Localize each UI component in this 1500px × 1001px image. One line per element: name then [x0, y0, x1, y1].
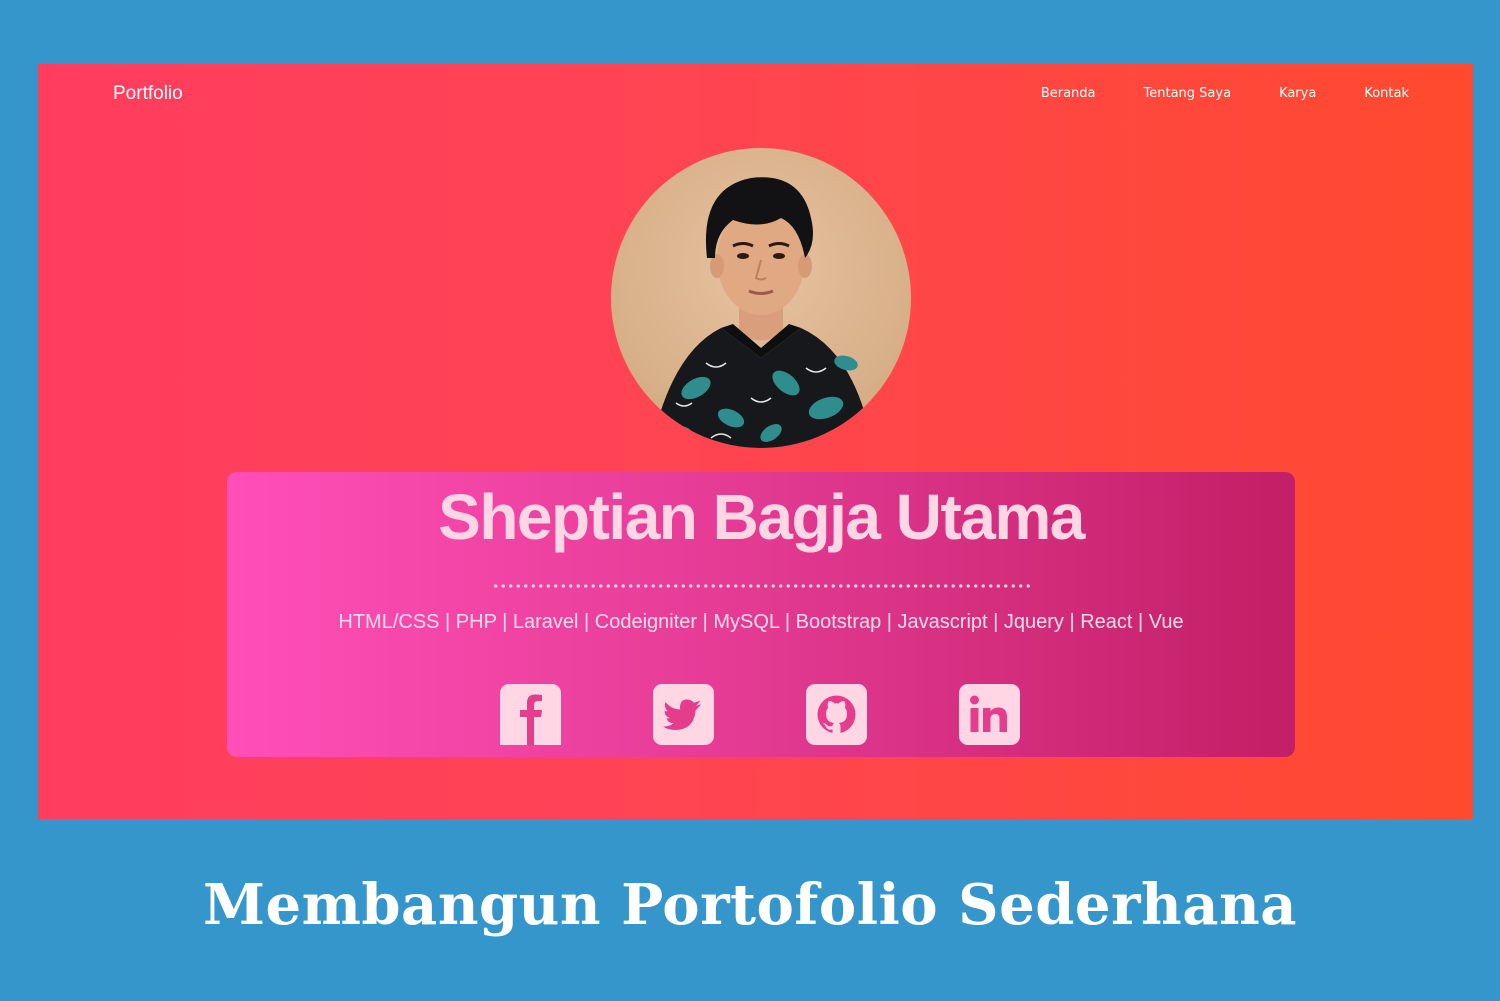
nav-link-tentang-saya[interactable]: Tentang Saya	[1144, 86, 1232, 101]
social-links	[500, 684, 1112, 745]
skills-list: HTML/CSS | PHP | Laravel | Codeigniter |…	[338, 611, 1184, 633]
nav-links: Beranda Tentang Saya Karya Kontak	[993, 86, 1409, 101]
navbar: Portfolio Beranda Tentang Saya Karya Kon…	[38, 64, 1473, 124]
navbar-brand[interactable]: Portfolio	[113, 83, 183, 105]
website-screenshot: Portfolio Beranda Tentang Saya Karya Kon…	[38, 64, 1473, 819]
twitter-icon[interactable]	[653, 684, 714, 745]
linkedin-icon[interactable]	[959, 684, 1020, 745]
nav-link-kontak[interactable]: Kontak	[1364, 86, 1409, 101]
facebook-icon[interactable]	[500, 684, 561, 745]
github-icon[interactable]	[806, 684, 867, 745]
caption-title: Membangun Portofolio Sederhana	[203, 872, 1297, 938]
profile-photo	[611, 148, 911, 448]
nav-link-karya[interactable]: Karya	[1279, 86, 1316, 101]
nav-link-beranda[interactable]: Beranda	[1041, 86, 1096, 101]
hero-name: Sheptian Bagja Utama	[438, 481, 1085, 553]
hero-card: Sheptian Bagja Utama HTML/CSS | PHP | La…	[227, 472, 1295, 757]
dotted-divider	[492, 584, 1030, 588]
